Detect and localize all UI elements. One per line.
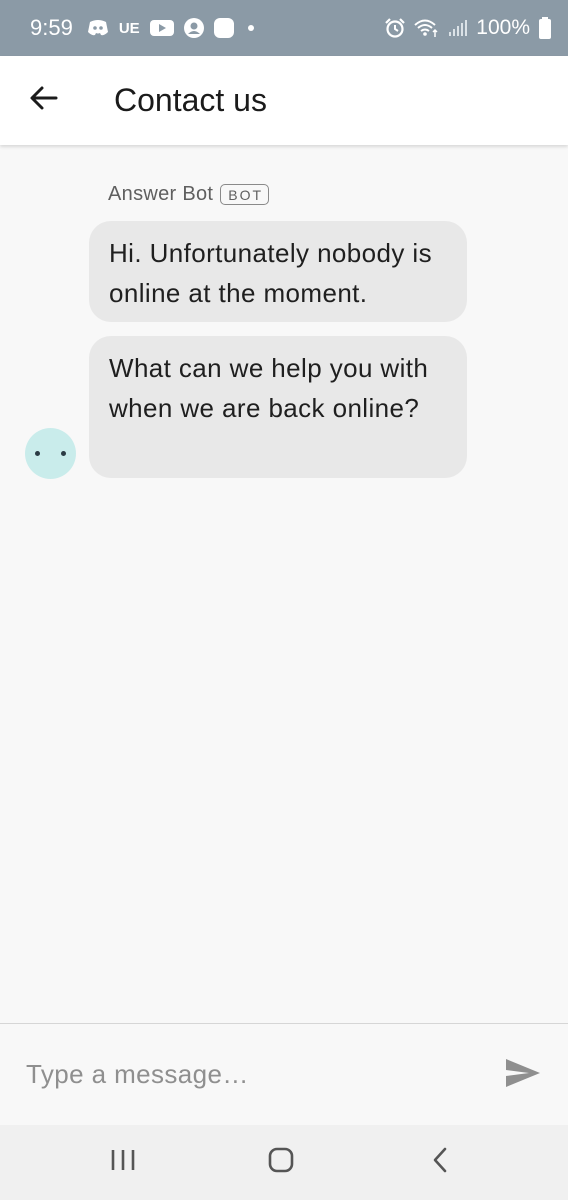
recent-apps-icon [110,1148,136,1177]
message-bubble: What can we help you with when we are ba… [89,336,467,478]
chat-area[interactable]: Answer Bot BOT Hi. Unfortunately nobody … [0,145,568,1023]
back-button[interactable] [14,71,74,131]
signal-icon [448,19,468,37]
account-icon [183,18,204,38]
youtube-icon [149,19,174,37]
app-icon [213,18,234,38]
avatar-eye [35,451,40,456]
app-header: Contact us [0,56,568,145]
notification-label: UE [118,19,140,37]
status-right: 100% [384,16,552,40]
battery-percent: 100% [476,16,530,39]
message-input[interactable] [26,1044,476,1105]
nav-back-button[interactable] [410,1137,470,1187]
send-icon [505,1058,541,1093]
dot-icon [244,23,258,33]
back-chevron-icon [430,1146,450,1179]
battery-icon [538,17,552,39]
avatar-eye [61,451,66,456]
send-button[interactable] [502,1054,544,1096]
discord-icon [87,19,109,37]
wifi-icon [414,18,440,38]
alarm-icon [384,17,406,39]
home-button[interactable] [251,1137,311,1187]
home-icon [267,1146,295,1179]
bot-avatar-icon [25,428,76,479]
status-bar: 9:59 UE 100% [0,0,568,56]
arrow-left-icon [29,85,59,116]
status-time: 9:59 [30,15,73,40]
page-title: Contact us [114,82,267,118]
sender-name: Answer Bot [108,183,214,205]
status-left: 9:59 UE [30,15,258,41]
navigation-bar [0,1125,568,1200]
message-composer [0,1023,568,1125]
recent-apps-button[interactable] [93,1137,153,1187]
bot-badge: BOT [220,184,270,205]
sender-row: Answer Bot BOT [108,183,270,206]
message-bubble: Hi. Unfortunately nobody is online at th… [89,221,467,322]
